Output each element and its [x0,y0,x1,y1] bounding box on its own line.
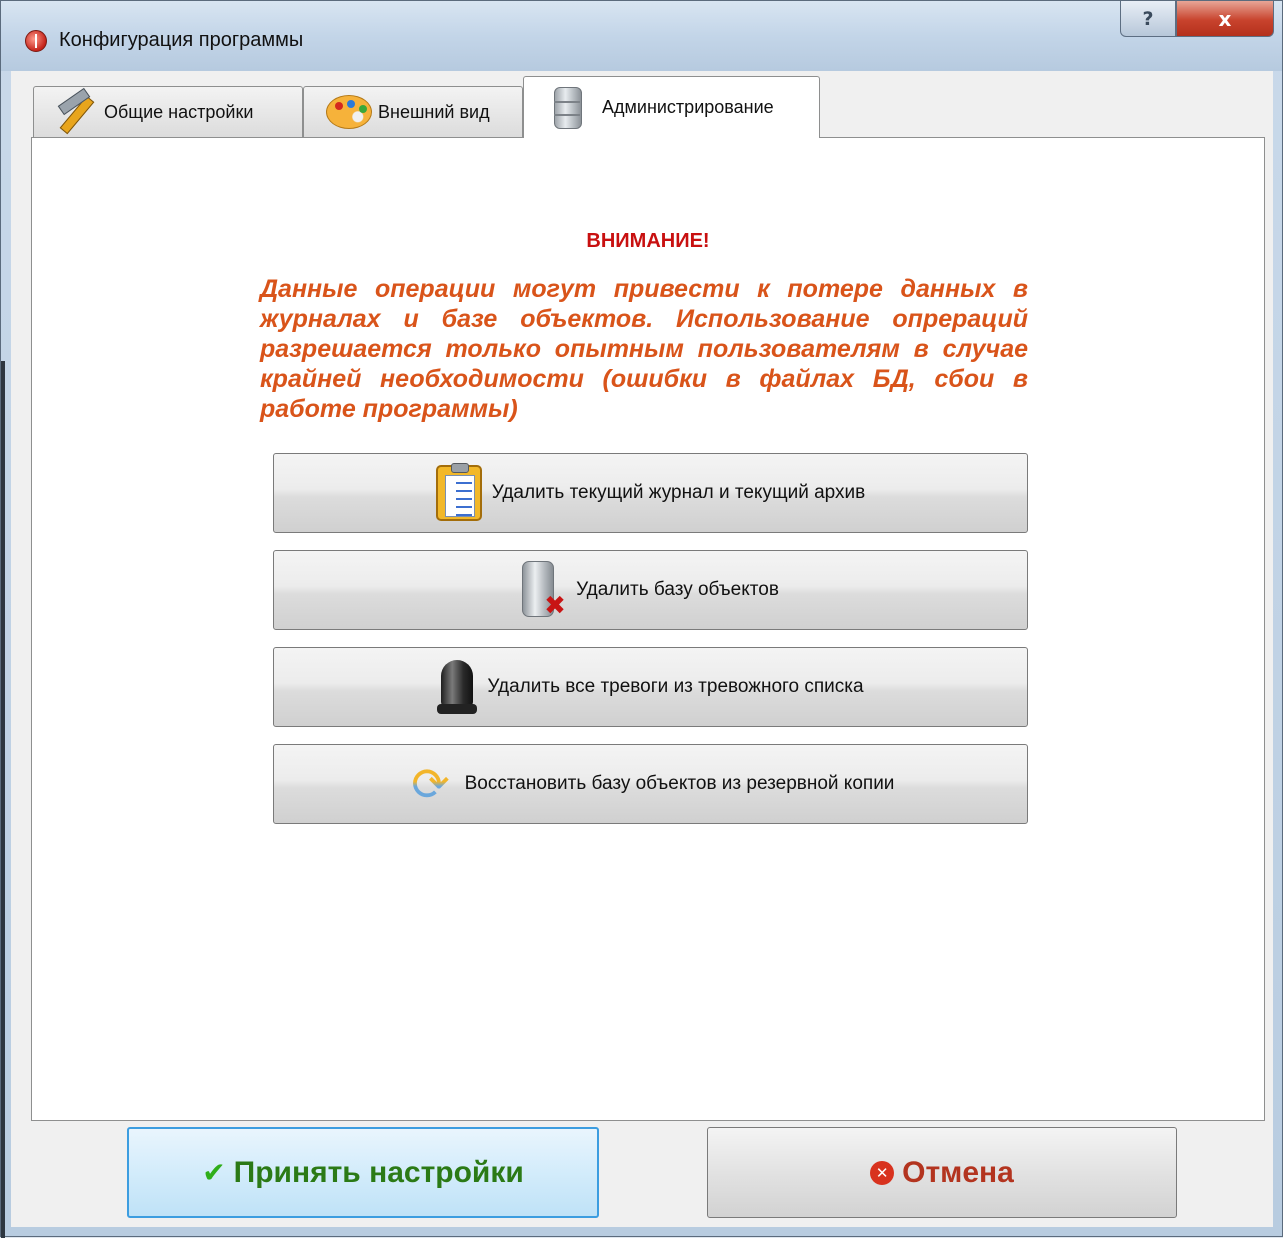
button-label: Удалить базу объектов [576,579,779,600]
cancel-icon: ✕ [870,1160,895,1185]
tab-strip: Общие настройки Внешний вид Администриро… [11,71,1273,138]
button-label: Восстановить базу объектов из резервной … [464,773,895,794]
button-label: Удалить все тревоги из тревожного списка [487,676,864,697]
tab-label: Администрирование [602,97,774,117]
button-label: Удалить текущий журнал и текущий архив [491,482,866,503]
tab-administration[interactable]: Администрирование [523,76,820,138]
app-icon [25,30,47,52]
siren-icon [437,658,478,716]
cancel-label: Отмена [902,1155,1014,1189]
accept-label: Принять настройки [233,1155,524,1189]
delete-object-base-button[interactable]: Удалить базу объектов [273,550,1028,630]
tab-label: Общие настройки [104,101,254,122]
window-title: Конфигурация программы [59,29,304,51]
help-button[interactable]: ? [1120,1,1176,37]
refresh-icon: ⟳ [407,760,455,808]
close-button[interactable]: x [1176,1,1274,37]
delete-journal-button[interactable]: Удалить текущий журнал и текущий архив [273,453,1028,533]
window-edge-shadow [1,361,5,1238]
database-icon [554,86,582,129]
clipboard-icon [435,463,482,521]
delete-alarms-button[interactable]: Удалить все тревоги из тревожного списка [273,647,1028,727]
tab-general-settings[interactable]: Общие настройки [33,86,303,137]
title-bar[interactable]: Конфигурация программы ? x [1,1,1282,71]
database-delete-icon [522,561,566,621]
dialog-client: Общие настройки Внешний вид Администриро… [11,71,1273,1227]
palette-icon [326,95,372,129]
warning-text: Данные операции могут привести к потере … [260,275,1028,423]
administration-panel: ВНИМАНИЕ! Данные операции могут привести… [31,137,1265,1121]
tab-label: Внешний вид [378,101,490,122]
tools-icon [54,91,96,133]
warning-title: ВНИМАНИЕ! [586,230,710,252]
check-icon: ✔ [202,1156,226,1189]
tab-appearance[interactable]: Внешний вид [303,86,523,137]
restore-backup-button[interactable]: ⟳ Восстановить базу объектов из резервно… [273,744,1028,824]
cancel-button[interactable]: ✕ Отмена [707,1127,1177,1218]
accept-settings-button[interactable]: ✔ Принять настройки [127,1127,599,1218]
config-window: Конфигурация программы ? x Общие настрой… [0,0,1283,1238]
